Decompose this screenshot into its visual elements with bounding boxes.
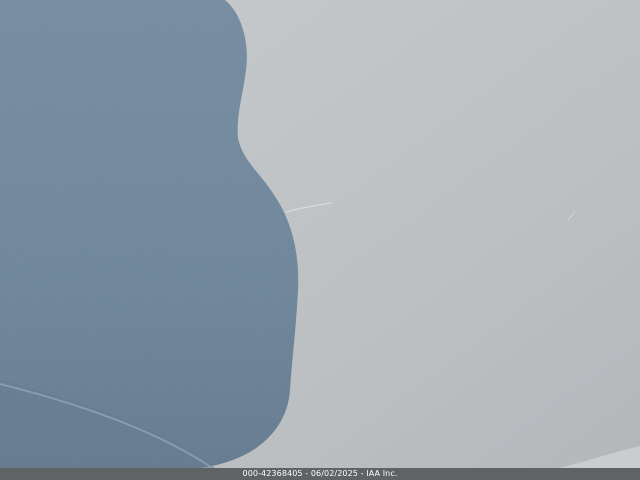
photo-canvas: [0, 0, 640, 480]
watermark-footer: 000-42368405 - 06/02/2025 - IAA Inc.: [0, 468, 640, 480]
footer-caption: 000-42368405 - 06/02/2025 - IAA Inc.: [242, 469, 398, 478]
grain-texture: [0, 0, 640, 468]
vehicle-panel-photo: 000-42368405 - 06/02/2025 - IAA Inc.: [0, 0, 640, 480]
